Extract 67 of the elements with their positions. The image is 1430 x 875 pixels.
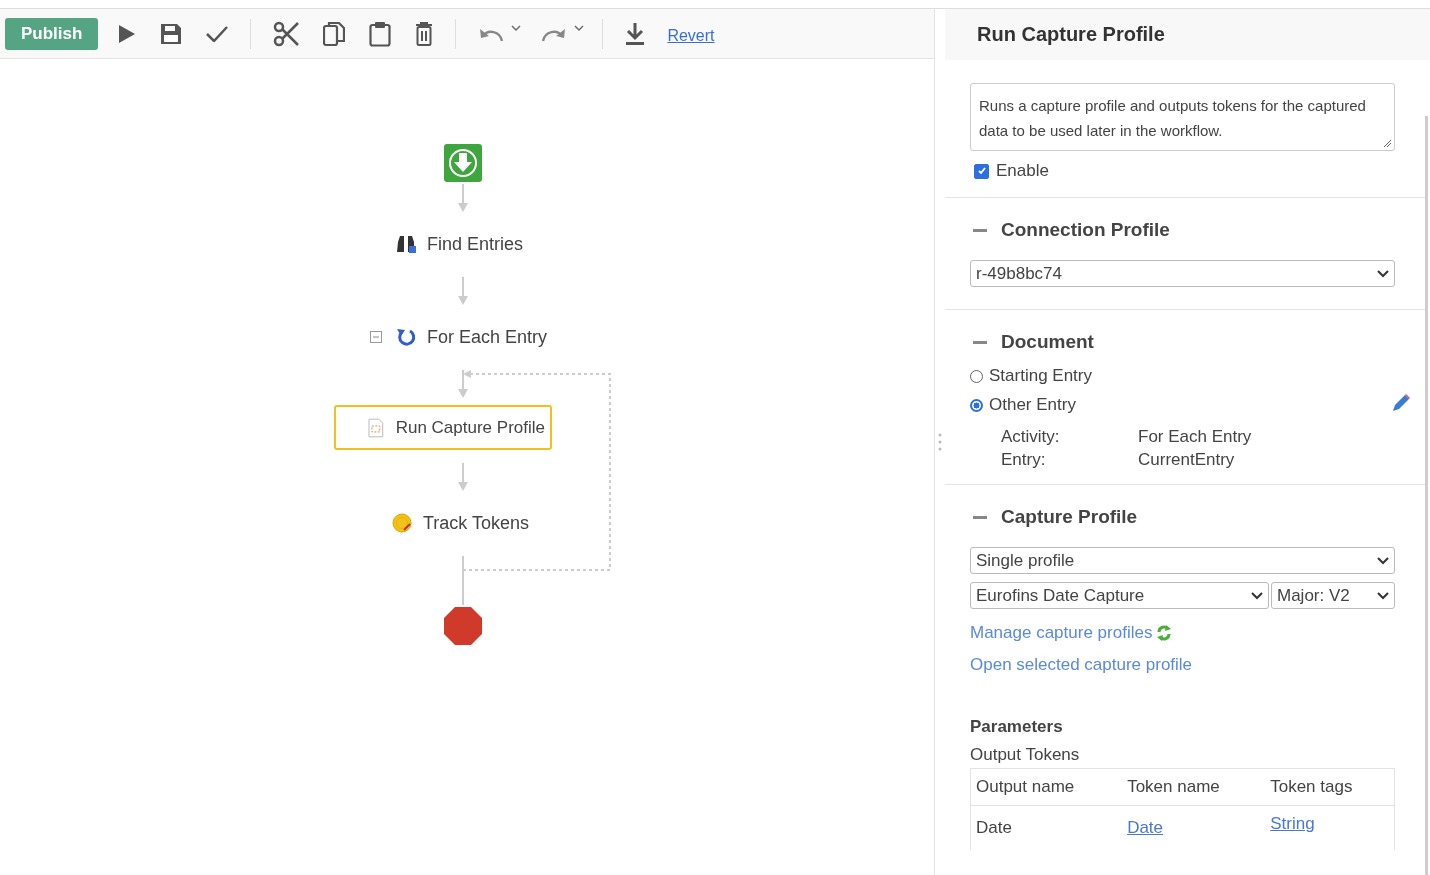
- cut-icon[interactable]: [273, 20, 300, 47]
- delete-icon[interactable]: [415, 21, 434, 46]
- splitter-handle[interactable]: [938, 432, 942, 452]
- refresh-icon[interactable]: [1156, 624, 1173, 642]
- paste-icon[interactable]: [369, 20, 392, 47]
- detail-label: Entry:: [1001, 450, 1047, 470]
- caret-icon[interactable]: [511, 24, 522, 31]
- manage-profiles-link[interactable]: Manage capture profiles: [970, 623, 1153, 643]
- activity-label[interactable]: Find Entries: [427, 233, 524, 255]
- collapse-icon[interactable]: [973, 228, 987, 232]
- copy-icon[interactable]: [323, 20, 346, 47]
- detail-value: CurrentEntry: [1138, 450, 1236, 470]
- pencil-icon[interactable]: [1391, 393, 1411, 413]
- column-header: Token name: [1122, 768, 1266, 806]
- resize-grip-icon[interactable]: [1383, 139, 1391, 147]
- open-profile-link[interactable]: Open selected capture profile: [970, 655, 1193, 675]
- output-tokens-label: Output Tokens: [970, 745, 1081, 765]
- collapse-icon[interactable]: [973, 515, 987, 519]
- chevron-down-icon: [1377, 269, 1389, 278]
- section-title: Capture Profile: [1001, 506, 1138, 528]
- scrollbar[interactable]: [1425, 116, 1428, 875]
- column-header: Token tags: [1265, 768, 1395, 806]
- check-icon[interactable]: [206, 25, 229, 42]
- connector-arrow: [458, 369, 468, 398]
- connection-select[interactable]: r-49b8bc74: [970, 260, 1395, 287]
- connector-line: [462, 555, 464, 606]
- binoculars-icon: [396, 234, 416, 254]
- token-link[interactable]: Date: [1127, 818, 1164, 837]
- detail-label: Activity:: [1001, 427, 1061, 447]
- connector-arrow: [458, 462, 468, 491]
- connector-arrow: [458, 183, 468, 212]
- connector-arrow: [458, 276, 468, 305]
- stop-icon[interactable]: [444, 607, 482, 645]
- detail-value: For Each Entry: [1138, 427, 1253, 447]
- save-icon[interactable]: [160, 22, 183, 45]
- start-icon[interactable]: [444, 144, 482, 182]
- parameters-heading: Parameters: [970, 717, 1064, 737]
- coin-icon: [392, 513, 412, 533]
- radio-button[interactable]: [970, 398, 983, 412]
- activity-label[interactable]: Track Tokens: [423, 512, 530, 534]
- mode-select[interactable]: Single profile: [970, 547, 1395, 574]
- panel-title: Run Capture Profile: [977, 23, 1165, 46]
- tag-link[interactable]: String: [1270, 814, 1315, 833]
- collapse-icon[interactable]: [370, 331, 382, 343]
- chevron-down-icon: [1251, 591, 1263, 600]
- download-icon[interactable]: [625, 21, 646, 46]
- radio-label: Starting Entry: [989, 366, 1092, 386]
- section-title: Document: [1001, 331, 1094, 353]
- activity-label[interactable]: For Each Entry: [427, 326, 548, 348]
- checkmark-icon: [976, 166, 987, 176]
- collapse-icon[interactable]: [973, 340, 987, 344]
- run-icon[interactable]: [116, 23, 137, 44]
- column-header: Output name: [970, 768, 1123, 806]
- revert-link[interactable]: Revert: [667, 26, 715, 45]
- profile-select[interactable]: Eurofins Date Capture: [970, 582, 1269, 609]
- description-field[interactable]: Runs a capture profile and outputs tokens for the captured data to be used later in the workflow.: [970, 83, 1395, 151]
- radio-label: Other Entry: [989, 395, 1076, 415]
- enable-checkbox[interactable]: [974, 163, 989, 179]
- document-icon: [368, 417, 384, 438]
- chevron-down-icon: [1377, 591, 1389, 600]
- version-select[interactable]: Major: V2: [1271, 582, 1395, 609]
- enable-label: Enable: [996, 161, 1049, 181]
- caret-icon[interactable]: [574, 24, 585, 31]
- chevron-down-icon: [1377, 556, 1389, 565]
- loop-icon: [396, 327, 416, 347]
- section-title: Connection Profile: [1001, 219, 1170, 241]
- table-cell: Date: [970, 805, 1123, 850]
